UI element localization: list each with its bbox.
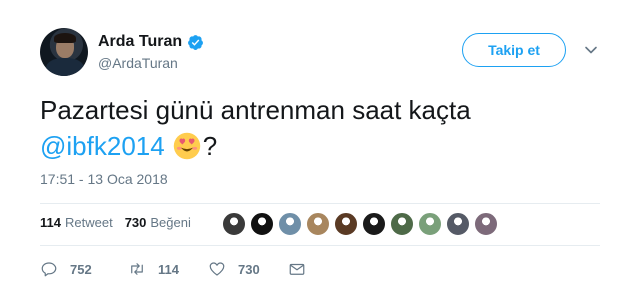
liker-avatar-10[interactable] — [474, 212, 498, 236]
tweet-actions: 752 114 730 — [40, 260, 328, 278]
divider — [40, 203, 600, 204]
avatar-body — [46, 58, 84, 76]
liker-avatar-2[interactable] — [250, 212, 274, 236]
envelope-icon — [289, 263, 305, 275]
avatar-hair — [54, 33, 76, 43]
tweet-text-line-2: @ibfk2014 ? — [40, 128, 600, 164]
reply-button[interactable]: 752 — [40, 260, 128, 278]
tweet-timestamp[interactable]: 17:51 - 13 Oca 2018 — [40, 171, 168, 187]
liker-avatar-9[interactable] — [446, 212, 470, 236]
chevron-down-icon[interactable] — [583, 42, 599, 58]
author-name-row: Arda Turan — [98, 33, 204, 51]
liker-avatar-5[interactable] — [334, 212, 358, 236]
mention-link[interactable]: @ibfk2014 — [40, 131, 165, 161]
author-name[interactable]: Arda Turan — [98, 33, 182, 51]
liker-avatar-6[interactable] — [362, 212, 386, 236]
follow-button[interactable]: Takip et — [462, 33, 566, 67]
tweet-text: Pazartesi günü antrenman saat kaçta @ibf… — [40, 92, 600, 164]
retweet-stat-label[interactable]: Retweet — [65, 215, 113, 230]
retweet-count: 114 — [158, 261, 179, 277]
heart-icon — [209, 262, 225, 276]
liker-avatar-8[interactable] — [418, 212, 442, 236]
verified-badge-icon — [188, 34, 204, 50]
liker-avatars — [222, 212, 498, 236]
liker-avatar-7[interactable] — [390, 212, 414, 236]
like-stat-label[interactable]: Beğeni — [150, 215, 190, 230]
retweet-stat-count[interactable]: 114 — [40, 215, 61, 230]
tweet-text-line: Pazartesi günü antrenman saat kaçta — [40, 95, 471, 125]
direct-message-button[interactable] — [288, 260, 328, 278]
liker-avatar-3[interactable] — [278, 212, 302, 236]
tweet-trailing: ? — [202, 131, 218, 161]
engagement-stats: 114 Retweet 730 Beğeni — [40, 215, 191, 230]
like-button[interactable]: 730 — [208, 260, 288, 278]
reply-icon — [41, 262, 57, 277]
retweet-button[interactable]: 114 — [128, 260, 208, 278]
author-handle[interactable]: @ArdaTuran — [98, 55, 178, 71]
retweet-icon — [131, 263, 143, 275]
liker-avatar-1[interactable] — [222, 212, 246, 236]
reply-count: 752 — [70, 261, 92, 277]
smiling-face-with-heart-eyes-icon — [173, 132, 200, 160]
like-count: 730 — [238, 261, 260, 277]
divider — [40, 245, 600, 246]
liker-avatar-4[interactable] — [306, 212, 330, 236]
author-avatar[interactable] — [40, 28, 88, 76]
like-stat-count[interactable]: 730 — [125, 215, 147, 230]
